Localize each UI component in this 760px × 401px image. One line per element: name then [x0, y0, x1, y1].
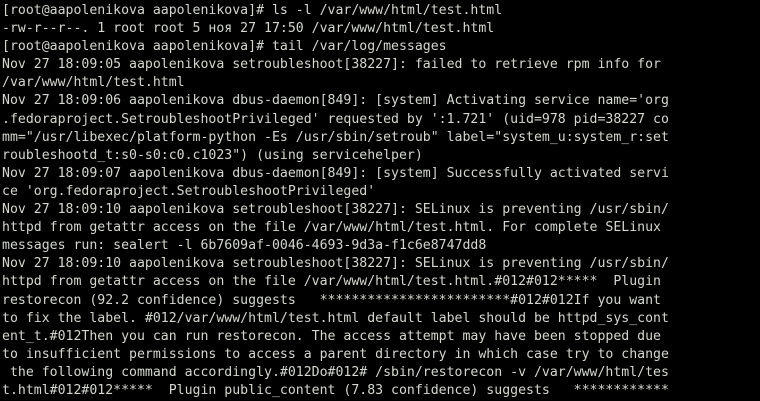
- terminal-line: Nov 27 18:09:05 aapolenikova setroublesh…: [2, 57, 661, 73]
- terminal-line: Nov 27 18:09:07 aapolenikova dbus-daemon…: [2, 165, 669, 181]
- terminal-line: httpd from getattr access on the file /v…: [2, 220, 661, 236]
- terminal-line: mm="/usr/libexec/platform-python -Es /us…: [2, 129, 669, 145]
- terminal-line: /var/www/html/test.html: [2, 75, 185, 91]
- terminal-line: .fedoraproject.SetroubleshootPrivileged'…: [2, 111, 669, 127]
- terminal-line-prompt: [root@aapolenikova aapolenikova]# ls -l …: [2, 3, 503, 18]
- terminal-line: Nov 27 18:09:10 aapolenikova setroublesh…: [2, 202, 669, 218]
- terminal-line: the following command accordingly.#012Do…: [2, 364, 669, 380]
- terminal-line: -rw-r--r--. 1 root root 5 ноя 27 17:50 /…: [2, 21, 495, 37]
- terminal-line: restorecon (92.2 confidence) suggests **…: [2, 292, 661, 308]
- terminal-line: roubleshootd_t:s0-s0:c0.c1023") (using s…: [2, 147, 423, 163]
- terminal-line: httpd from getattr access on the file /v…: [2, 274, 661, 290]
- terminal-line: Nov 27 18:09:10 aapolenikova setroublesh…: [2, 256, 669, 272]
- terminal-line: ce 'org.fedoraproject.SetroubleshootPriv…: [2, 183, 376, 199]
- terminal-window[interactable]: [root@aapolenikova aapolenikova]# ls -l …: [0, 0, 760, 401]
- terminal-output: [root@aapolenikova aapolenikova]# ls -l …: [2, 2, 669, 400]
- terminal-line: messages run: sealert -l 6b7609af-0046-4…: [2, 238, 487, 254]
- terminal-line: t.html#012#012***** Plugin public_conten…: [2, 382, 669, 398]
- terminal-line-prompt: [root@aapolenikova aapolenikova]# tail /…: [2, 39, 447, 55]
- terminal-line: ent_t.#012Then you can run restorecon. T…: [2, 328, 661, 344]
- terminal-line: to fix the label. #012/var/www/html/test…: [2, 310, 669, 326]
- terminal-line: Nov 27 18:09:06 aapolenikova dbus-daemon…: [2, 93, 669, 109]
- terminal-line: to insufficient permissions to access a …: [2, 346, 669, 362]
